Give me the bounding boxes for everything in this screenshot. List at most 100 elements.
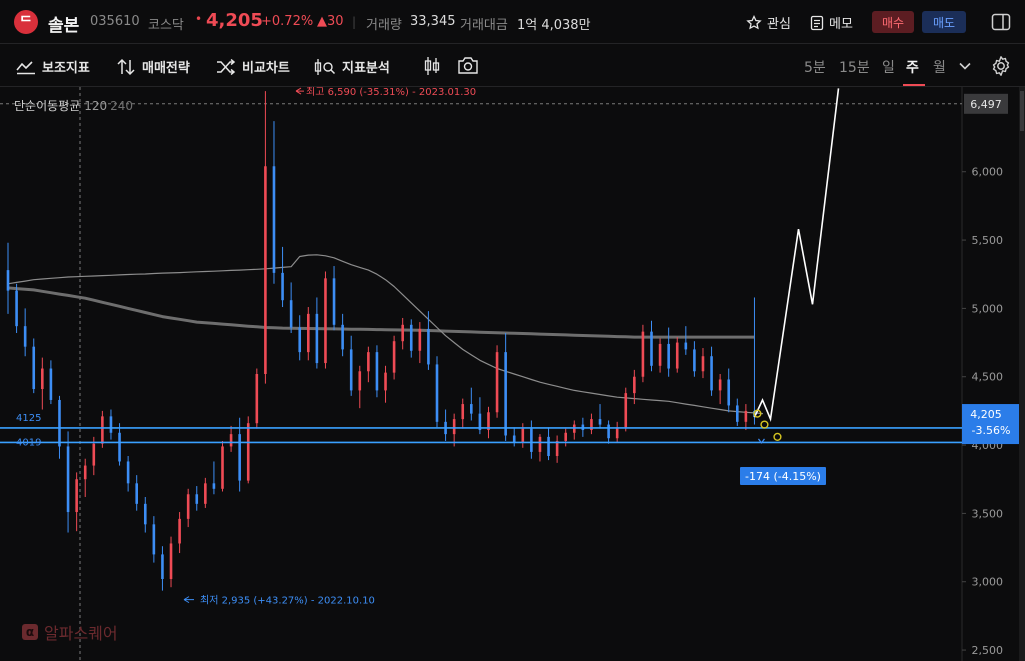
watermark-text: 알파스퀘어 [44, 624, 118, 643]
period-15min[interactable]: 15분 [839, 57, 870, 77]
candle-body [615, 427, 619, 439]
low-annotation-arrow [183, 596, 194, 604]
watch-button[interactable]: 관심 [746, 13, 791, 32]
candle-body [186, 494, 190, 519]
candle-body [367, 352, 370, 372]
price-tag-label: 6,497 [970, 98, 1002, 111]
chart-area[interactable]: 2,500 3,000 3,500 4,000 4,500 5,000 5,500 6,000… [0, 87, 1025, 661]
candle-body [212, 483, 216, 489]
period-day[interactable]: 일 [882, 57, 895, 77]
price-chart[interactable]: 2,5003,0003,5004,0004,5005,0005,5006,000… [0, 87, 1025, 661]
candle-body [358, 371, 362, 391]
period-5min[interactable]: 5분 [804, 57, 826, 77]
company-logo: ᄃ [14, 10, 38, 34]
indicator-legend[interactable]: 단순이동평균 120 240 [14, 97, 133, 114]
camera-icon[interactable] [457, 56, 479, 75]
diff-label: -174 (-4.15%) [745, 470, 821, 483]
candle-body [118, 432, 121, 462]
candle-body [23, 326, 27, 347]
settings-gear-icon[interactable] [990, 55, 1012, 77]
candle-body [547, 436, 550, 456]
candle-body [169, 543, 173, 579]
candle-body [221, 446, 224, 489]
y-axis-tick-label: 3,500 [972, 507, 1004, 520]
candle-body [15, 290, 18, 327]
forecast-path [753, 88, 840, 423]
candle-body [101, 416, 104, 444]
candle-chart-icon[interactable] [422, 56, 442, 76]
candle-body [718, 379, 722, 391]
candle-body [521, 428, 525, 443]
indicator-period-120: 120 [84, 99, 108, 113]
candle-body [58, 399, 61, 447]
compare-button[interactable]: 비교차트 [216, 57, 290, 76]
candle-body [504, 352, 507, 436]
signal-marker [773, 432, 782, 441]
candle-body [624, 393, 628, 428]
period-week[interactable]: 주 [906, 57, 919, 77]
change-percent: +0.72% [261, 14, 314, 29]
scrollbar-thumb [1020, 91, 1024, 131]
memo-button[interactable]: 메모 [810, 13, 853, 32]
candle-body [538, 436, 542, 452]
candle-body [710, 356, 713, 391]
candle-body [495, 352, 499, 413]
candle-body [701, 356, 705, 372]
candle-body [6, 270, 10, 291]
strategy-button[interactable]: 매매전략 [116, 57, 190, 76]
candle-body [607, 424, 610, 439]
candle-body [684, 342, 688, 350]
buy-button[interactable]: 매수 [872, 11, 914, 33]
candle-body [109, 416, 113, 433]
candle-body [126, 461, 130, 484]
current-price-change: -3.56% [972, 424, 1011, 437]
high-annotation-arrow [295, 87, 304, 95]
candle-body [392, 341, 396, 373]
candle-body [204, 483, 207, 504]
high-annotation: 최고 6,590 (-35.31%) - 2023.01.30 [306, 87, 476, 98]
indicators-button[interactable]: 보조지표 [16, 57, 90, 76]
candle-body [41, 368, 44, 390]
period-month[interactable]: 월 [933, 57, 946, 77]
candle-body [727, 379, 731, 406]
candle-body [315, 313, 319, 364]
alpha-logo-icon: α [22, 624, 38, 640]
candle-body [530, 428, 533, 452]
candle-body [435, 364, 439, 422]
candle-body [246, 423, 250, 481]
candle-body [470, 404, 473, 414]
candle-body [32, 346, 36, 390]
candlestick-search-icon [314, 58, 336, 75]
y-axis-tick-label: 6,000 [972, 166, 1004, 179]
candle-body [349, 349, 353, 391]
y-axis-tick-label: 4,500 [972, 371, 1004, 384]
memo-label: 메모 [829, 17, 853, 32]
candle-body [75, 479, 78, 513]
chart-toolbar: 보조지표 매매전략 비교차트 지표분석 5분 15분 일 주 월 [0, 44, 1025, 87]
up-down-arrows-icon [117, 58, 135, 75]
indicator-name: 단순이동평균 [14, 99, 81, 113]
side-panel-icon[interactable] [990, 11, 1012, 33]
stock-name: 솔본 [48, 16, 80, 36]
candle-body [633, 376, 636, 394]
candle-body [452, 419, 456, 435]
candle-body [272, 166, 276, 273]
candle-body [152, 524, 156, 555]
candle-body [744, 410, 748, 422]
candle-body [238, 434, 241, 481]
current-price: 4,205 [206, 10, 263, 31]
candle-body [641, 331, 645, 377]
status-dot: • [195, 12, 203, 26]
compare-label: 비교차트 [242, 61, 290, 76]
candle-body [736, 405, 739, 422]
strategy-label: 매매전략 [142, 61, 190, 76]
chevron-down-icon[interactable] [959, 62, 971, 70]
memo-icon [810, 15, 824, 30]
candle-body [512, 435, 516, 443]
candle-body [409, 324, 413, 351]
candle-body [675, 342, 679, 369]
candle-body [135, 483, 138, 504]
shuffle-icon [217, 58, 236, 75]
analysis-button[interactable]: 지표분석 [314, 57, 390, 76]
sell-button[interactable]: 매도 [922, 11, 966, 33]
